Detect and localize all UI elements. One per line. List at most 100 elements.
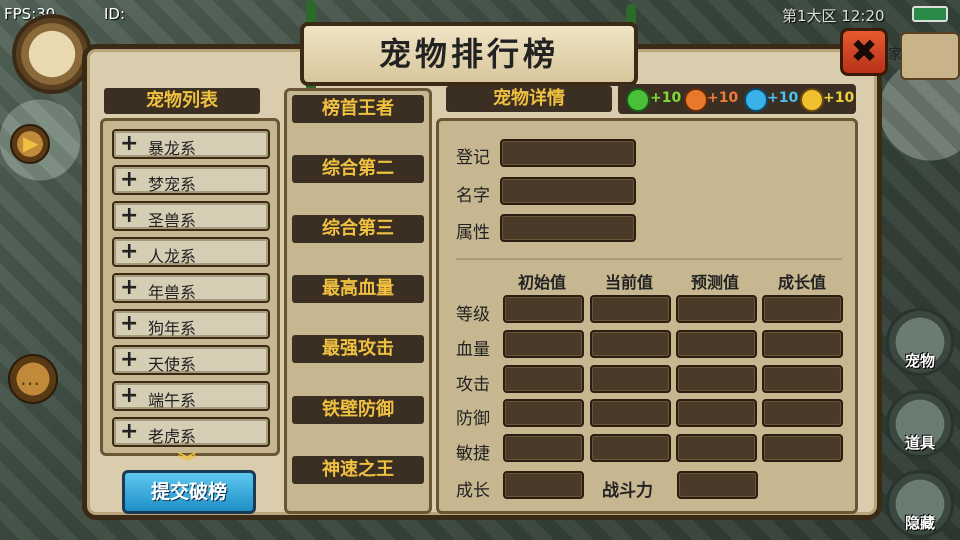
registration-value	[500, 139, 636, 167]
green-gem-icon	[626, 88, 650, 112]
stat-value-cell	[762, 399, 843, 427]
bonus-value: +10	[767, 90, 799, 106]
items-menu-label: 道具	[904, 434, 935, 452]
list-item[interactable]: + 狗年系	[112, 309, 270, 339]
stat-value-cell	[762, 330, 843, 358]
hide-menu-button[interactable]: 隐藏	[886, 470, 954, 538]
battery-icon	[912, 6, 948, 22]
attribute-value	[500, 214, 636, 242]
list-item[interactable]: + 暴龙系	[112, 129, 270, 159]
close-icon: ✖	[850, 32, 878, 70]
rank-category-button[interactable]: 综合第三	[292, 215, 424, 243]
list-item-label: 暴龙系	[148, 139, 197, 158]
bonus-value: +10	[823, 90, 855, 106]
rank-category-button[interactable]: 综合第二	[292, 155, 424, 183]
list-item[interactable]: + 天使系	[112, 345, 270, 375]
list-item[interactable]: + 梦宠系	[112, 165, 270, 195]
combat-power-label: 战斗力	[602, 481, 653, 501]
bonus-value: +10	[707, 90, 739, 106]
plus-icon: +	[120, 167, 139, 192]
plus-icon: +	[120, 311, 139, 336]
close-button[interactable]: ✖	[840, 28, 888, 76]
stat-value-cell	[676, 399, 757, 427]
stat-value-cell	[676, 434, 757, 462]
rank-category-button[interactable]: 榜首王者	[292, 95, 424, 123]
pet-menu-label: 宠物	[904, 352, 935, 370]
bonus-value: +10	[650, 90, 682, 106]
list-item[interactable]: + 老虎系	[112, 417, 270, 447]
list-item[interactable]: + 人龙系	[112, 237, 270, 267]
rank-category-button[interactable]: 铁壁防御	[292, 396, 424, 424]
stat-value-cell	[590, 434, 671, 462]
map-label: 家	[888, 47, 902, 63]
server-time: 第1大区 12:20	[782, 7, 885, 25]
column-header: 初始值	[517, 273, 566, 292]
row-label: 等级	[456, 305, 490, 325]
combat-power-value	[677, 471, 758, 499]
player-avatar[interactable]	[12, 14, 92, 94]
stat-value-cell	[762, 295, 843, 323]
moon-gem-icon	[800, 88, 824, 112]
play-arrow-icon: ▶	[23, 131, 39, 155]
rank-category-button[interactable]: 最高血量	[292, 275, 424, 303]
rank-category-button[interactable]: 神速之王	[292, 456, 424, 484]
pet-menu-button[interactable]: 宠物	[886, 308, 954, 376]
stat-value-cell	[503, 365, 584, 393]
player-id-label: ID:	[104, 5, 126, 23]
column-header: 成长值	[777, 273, 826, 292]
page-title: 宠物排行榜	[300, 22, 638, 86]
plus-icon: +	[120, 131, 139, 156]
list-item-label: 梦宠系	[148, 175, 197, 194]
stat-value-cell	[503, 434, 584, 462]
field-label: 属性	[456, 223, 490, 243]
chat-bubble-icon: …	[20, 366, 40, 390]
pet-details-heading: 宠物详情	[446, 86, 612, 112]
plus-icon: +	[120, 203, 139, 228]
stat-value-cell	[590, 295, 671, 323]
items-menu-button[interactable]: 道具	[886, 390, 954, 458]
water-gem-icon	[744, 88, 768, 112]
list-item[interactable]: + 年兽系	[112, 273, 270, 303]
stat-value-cell	[503, 330, 584, 358]
list-item-label: 老虎系	[148, 427, 197, 446]
column-header: 当前值	[604, 273, 653, 292]
list-item-label: 端午系	[148, 391, 197, 410]
stat-value-cell	[503, 399, 584, 427]
plus-icon: +	[120, 239, 139, 264]
plus-icon: +	[120, 347, 139, 372]
plus-icon: +	[120, 275, 139, 300]
field-label: 名字	[456, 186, 490, 206]
column-header: 预测值	[690, 273, 739, 292]
list-item-label: 圣兽系	[148, 211, 197, 230]
list-item[interactable]: + 端午系	[112, 381, 270, 411]
fire-gem-icon	[684, 88, 708, 112]
row-label: 攻击	[456, 375, 490, 395]
stat-value-cell	[590, 365, 671, 393]
row-label: 防御	[456, 409, 490, 429]
plus-icon: +	[120, 419, 139, 444]
stat-value-cell	[676, 365, 757, 393]
chat-button[interactable]: …	[8, 354, 58, 404]
list-item-label: 天使系	[148, 355, 197, 374]
stat-value-cell	[676, 295, 757, 323]
stat-value-cell	[590, 330, 671, 358]
rank-category-button[interactable]: 最强攻击	[292, 335, 424, 363]
expand-arrow-button[interactable]: ▶	[10, 124, 50, 164]
field-label: 登记	[456, 148, 490, 168]
stat-value-cell	[762, 365, 843, 393]
list-item-label: 狗年系	[148, 319, 197, 338]
plus-icon: +	[120, 383, 139, 408]
name-value	[500, 177, 636, 205]
list-item[interactable]: + 圣兽系	[112, 201, 270, 231]
row-label: 敏捷	[456, 444, 490, 464]
pet-list-heading: 宠物列表	[104, 88, 260, 114]
map-scroll-button[interactable]: 家	[888, 32, 960, 80]
stat-value-cell	[676, 330, 757, 358]
row-label: 血量	[456, 340, 490, 360]
growth-label: 成长	[456, 481, 490, 501]
stat-value-cell	[503, 295, 584, 323]
list-item-label: 人龙系	[148, 247, 197, 266]
submit-ranking-button[interactable]: 提交破榜	[122, 470, 256, 514]
list-item-label: 年兽系	[148, 283, 197, 302]
stat-value-cell	[762, 434, 843, 462]
